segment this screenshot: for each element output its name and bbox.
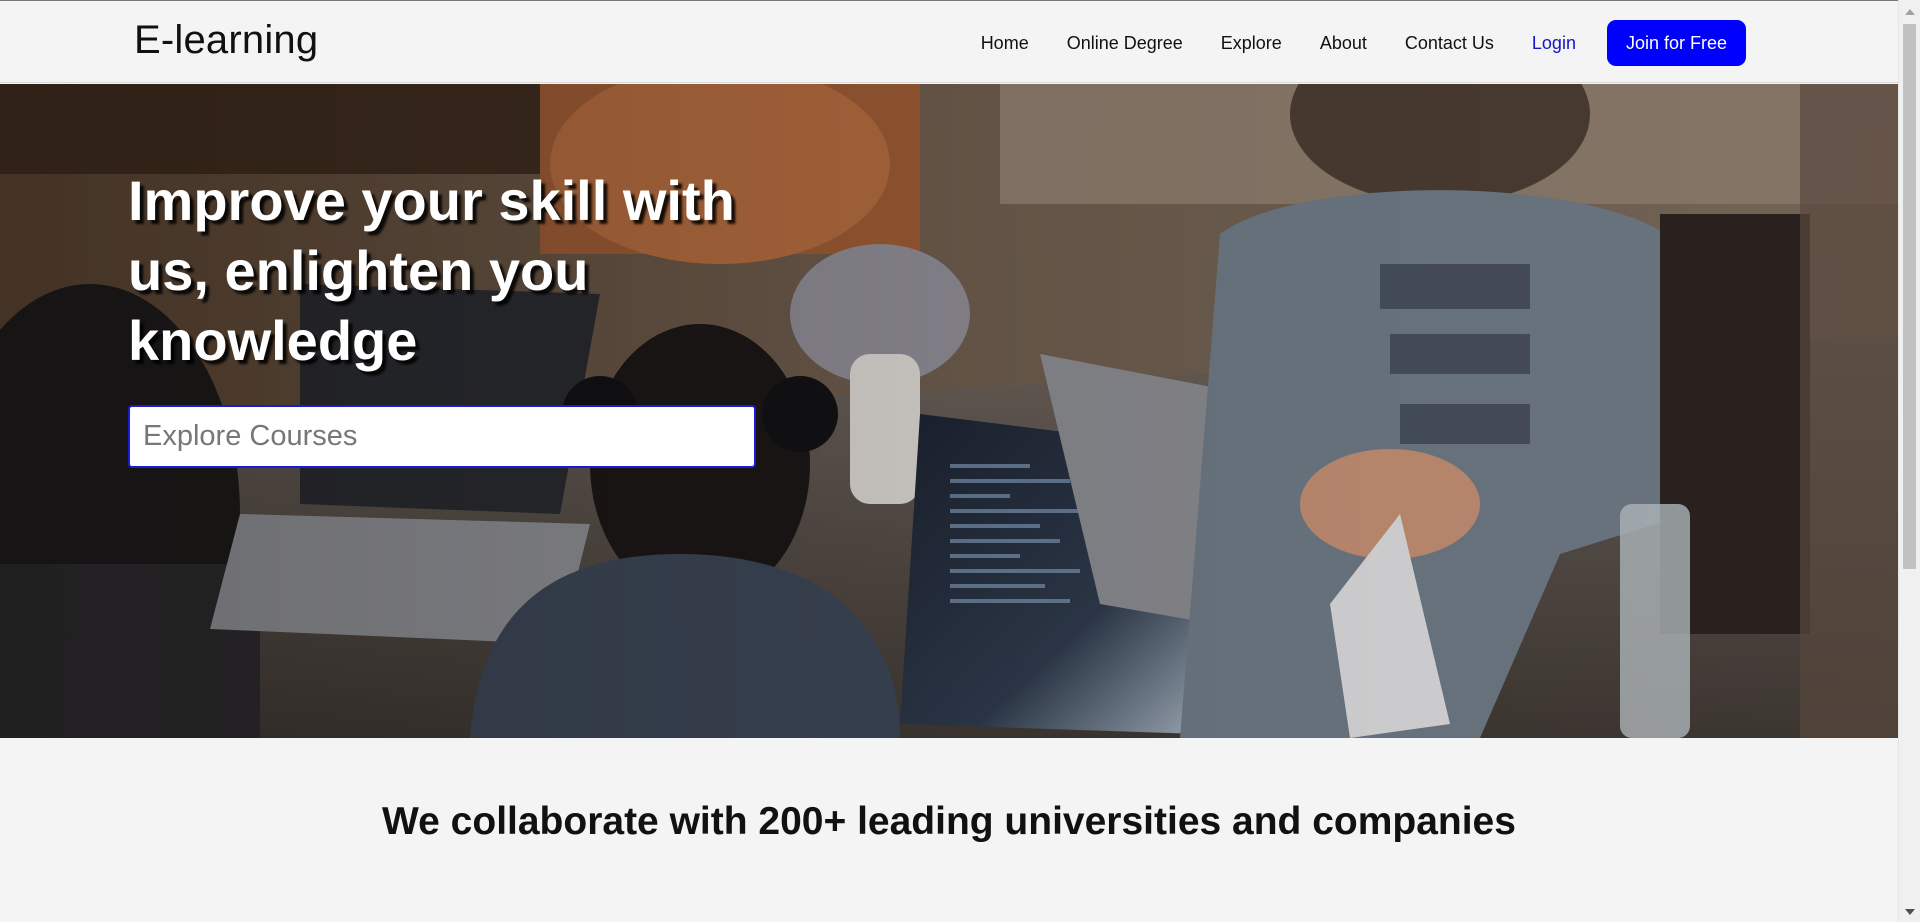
scroll-thumb[interactable] [1903,24,1916,569]
collaboration-heading: We collaborate with 200+ leading univers… [382,800,1516,843]
nav-link-about[interactable]: About [1320,20,1367,66]
main-nav: Home Online Degree Explore About Contact… [981,20,1746,66]
nav-link-home[interactable]: Home [981,20,1029,66]
join-for-free-button[interactable]: Join for Free [1606,20,1746,66]
brand-logo[interactable]: E-learning [134,18,318,63]
navbar: E-learning Home Online Degree Explore Ab… [0,0,1898,83]
nav-link-online-degree[interactable]: Online Degree [1067,20,1183,66]
page-scrollbar[interactable] [1898,0,1920,922]
page: E-learning Home Online Degree Explore Ab… [0,0,1920,922]
nav-link-explore[interactable]: Explore [1221,20,1282,66]
nav-link-login[interactable]: Login [1532,20,1576,66]
scroll-up-arrow-icon[interactable] [1905,9,1915,15]
hero-title: Improve your skill with us, enlighten yo… [128,169,735,372]
explore-courses-search-input[interactable] [128,405,756,468]
hero-section: Improve your skill with us, enlighten yo… [0,84,1898,738]
scroll-down-arrow-icon[interactable] [1905,909,1915,915]
nav-link-contact-us[interactable]: Contact Us [1405,20,1494,66]
